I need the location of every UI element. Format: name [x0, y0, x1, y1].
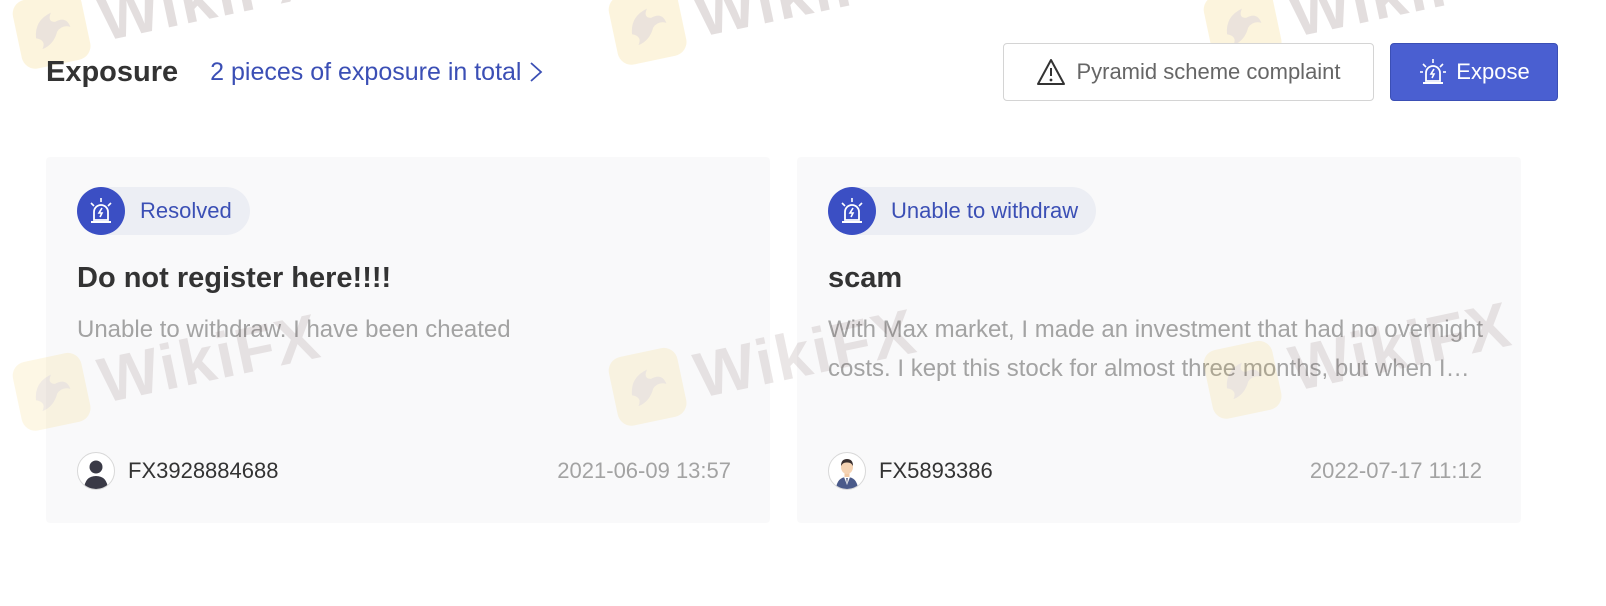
expose-button-label: Expose: [1456, 59, 1530, 84]
alarm-light-icon: [1420, 59, 1447, 84]
complaint-button-label: Pyramid scheme complaint: [1076, 59, 1341, 84]
status-tag: Unable to withdraw: [828, 187, 1097, 235]
card-body: With Max market, I made an investment th…: [828, 316, 1483, 382]
exposure-total-link[interactable]: 2 pieces of exposure in total: [210, 58, 543, 87]
businessman-avatar-icon: [828, 452, 866, 490]
card-body: Unable to withdraw. I have been cheated: [77, 316, 511, 343]
card-footer: FX3928884688 2021-06-09 13:57: [77, 452, 731, 490]
exposure-card[interactable]: Unable to withdraw scam With Max market,…: [797, 157, 1521, 523]
exposure-page: WikiFX WikiFX WikiFX Exposure 2 pieces o…: [0, 0, 1606, 606]
timestamp: 2021-06-09 13:57: [557, 458, 731, 483]
section-title: Exposure: [46, 55, 179, 88]
alarm-light-icon: [828, 187, 876, 235]
exposure-total-label: 2 pieces of exposure in total: [210, 57, 522, 86]
header-actions: Pyramid scheme complaint Expose: [1003, 43, 1558, 101]
exposure-header: Exposure 2 pieces of exposure in total P…: [46, 43, 1558, 101]
pyramid-scheme-complaint-button[interactable]: Pyramid scheme complaint: [1003, 43, 1374, 101]
user-id: FX5893386: [879, 458, 993, 483]
chevron-right-icon: [530, 62, 543, 82]
card-title: scam: [828, 262, 903, 294]
warning-triangle-icon: [1037, 59, 1066, 85]
status-tag-label: Resolved: [140, 198, 232, 223]
exposure-card-list: Resolved Do not register here!!!! Unable…: [46, 157, 1521, 523]
card-footer: FX5893386 2022-07-17 11:12: [828, 452, 1482, 490]
alarm-light-icon: [77, 187, 125, 235]
status-tag: Resolved: [77, 187, 250, 235]
user-id: FX3928884688: [128, 458, 279, 483]
timestamp: 2022-07-17 11:12: [1309, 458, 1482, 483]
expose-button[interactable]: Expose: [1390, 43, 1558, 101]
card-title: Do not register here!!!!: [77, 262, 392, 294]
default-user-avatar-icon: [77, 452, 115, 490]
status-tag-label: Unable to withdraw: [891, 198, 1079, 223]
exposure-card[interactable]: Resolved Do not register here!!!! Unable…: [46, 157, 770, 523]
